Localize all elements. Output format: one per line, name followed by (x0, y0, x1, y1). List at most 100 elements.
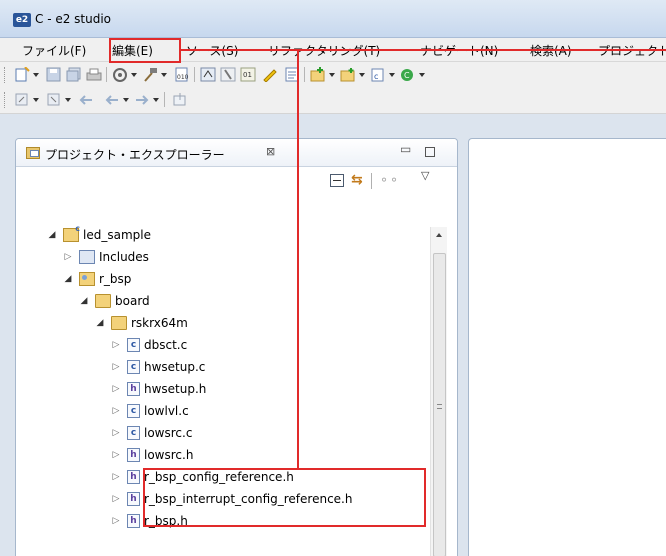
menu-navigate[interactable]: ナビゲート(N) (420, 42, 498, 59)
editor-area[interactable] (468, 138, 666, 556)
expand-arrow-icon[interactable]: ▷ (110, 516, 122, 526)
tree-item-label: r_bsp_interrupt_config_reference.h (144, 492, 353, 506)
pin-editor-icon[interactable] (172, 92, 188, 107)
toolbar-separator (164, 92, 165, 107)
debug-view-icon[interactable] (200, 67, 216, 82)
new-source-file-icon[interactable]: c (370, 67, 395, 82)
h-file-icon: h (127, 470, 140, 484)
svg-text:C: C (404, 71, 410, 80)
tree-item-led-sample[interactable]: ◢ led_sample (46, 224, 151, 246)
expand-arrow-icon[interactable]: ▷ (62, 252, 74, 262)
menu-file[interactable]: ファイル(F) (22, 42, 86, 59)
tree-item-rskrx64m[interactable]: ◢ rskrx64m (94, 312, 188, 334)
c-file-icon: c (127, 338, 140, 352)
tree-item-label: lowlvl.c (144, 404, 189, 418)
expand-arrow-icon[interactable]: ▷ (110, 428, 122, 438)
expand-arrow-icon[interactable]: ◢ (62, 274, 74, 284)
workbench: プロジェクト・エクスプローラー ⊠ ▭ ⇆ ⚬⚬ ▽ ◢ led_sample … (0, 114, 666, 556)
notes-icon[interactable] (284, 67, 300, 82)
view-menu-icon[interactable]: ▽ (421, 169, 429, 182)
c-file-icon: c (127, 426, 140, 440)
collapse-all-icon[interactable] (330, 174, 344, 187)
tree-item-label: r_bsp_config_reference.h (144, 470, 294, 484)
menu-source[interactable]: ソース(S) (186, 42, 238, 59)
toolbar-separator (371, 173, 372, 189)
last-edit-location-icon[interactable] (78, 92, 94, 107)
svg-text:c: c (374, 72, 378, 81)
tree-item-label: led_sample (83, 228, 151, 242)
menu-refactor[interactable]: リファクタリング(T) (268, 42, 380, 59)
project-tree: ◢ led_sample ▷ Includes ◢ r_bsp ◢ board … (16, 198, 426, 556)
filter-icon[interactable]: ⚬⚬ (379, 173, 399, 187)
save-all-icon[interactable] (66, 67, 82, 82)
minimize-view-icon[interactable]: ▭ (400, 142, 411, 156)
expand-arrow-icon[interactable]: ▷ (110, 362, 122, 372)
close-view-icon[interactable]: ⊠ (266, 145, 275, 158)
menu-search[interactable]: 検索(A) (530, 42, 572, 59)
tree-item-label: board (115, 294, 150, 308)
tree-item-dbsct-c[interactable]: ▷ c dbsct.c (110, 334, 187, 356)
tree-item-r-bsp-interrupt-config-reference-h[interactable]: ▷ h r_bsp_interrupt_config_reference.h (110, 488, 352, 510)
expand-arrow-icon[interactable]: ▷ (110, 384, 122, 394)
expand-arrow-icon[interactable]: ▷ (110, 450, 122, 460)
tree-item-label: hwsetup.h (144, 382, 207, 396)
project-explorer-view: プロジェクト・エクスプローラー ⊠ ▭ ⇆ ⚬⚬ ▽ ◢ led_sample … (15, 138, 458, 556)
tree-item-includes[interactable]: ▷ Includes (62, 246, 149, 268)
tree-item-r-bsp-h[interactable]: ▷ h r_bsp.h (110, 510, 188, 532)
menu-project[interactable]: プロジェクト (598, 42, 666, 59)
toolbar-separator (106, 67, 107, 82)
tree-item-label: r_bsp (99, 272, 132, 286)
binary-file-icon[interactable]: 010 (174, 67, 190, 82)
scroll-up-arrow-icon[interactable] (436, 233, 442, 237)
flash-icon[interactable] (220, 67, 236, 82)
tree-item-lowsrc-h[interactable]: ▷ h lowsrc.h (110, 444, 193, 466)
new-class-icon[interactable]: C (400, 67, 425, 82)
tree-item-label: lowsrc.h (144, 448, 194, 462)
explorer-scrollbar[interactable] (430, 227, 447, 556)
h-file-icon: h (127, 448, 140, 462)
next-annotation-icon[interactable] (14, 92, 39, 107)
scroll-grip-icon (437, 404, 442, 409)
toolbar-grip[interactable] (4, 67, 6, 83)
previous-annotation-icon[interactable] (46, 92, 71, 107)
tree-item-hwsetup-h[interactable]: ▷ h hwsetup.h (110, 378, 206, 400)
project-explorer-tab[interactable]: プロジェクト・エクスプローラー ⊠ ▭ (16, 139, 457, 167)
toolbar-grip[interactable] (4, 92, 6, 108)
svg-text:010: 010 (177, 74, 189, 81)
new-file-icon[interactable] (14, 66, 39, 82)
tree-item-board[interactable]: ◢ board (78, 290, 150, 312)
menu-edit[interactable]: 編集(E) (112, 42, 153, 59)
tree-item-hwsetup-c[interactable]: ▷ c hwsetup.c (110, 356, 205, 378)
expand-arrow-icon[interactable]: ◢ (78, 296, 90, 306)
e2-studio-app-icon: e2 (13, 13, 31, 27)
toolbar-separator (304, 67, 305, 82)
expand-arrow-icon[interactable]: ◢ (46, 230, 58, 240)
tree-item-lowlvl-c[interactable]: ▷ c lowlvl.c (110, 400, 189, 422)
build-hammer-icon[interactable] (142, 67, 167, 82)
registers-icon[interactable]: 01 (240, 67, 256, 82)
pencil-icon[interactable] (262, 67, 278, 83)
expand-arrow-icon[interactable]: ▷ (110, 494, 122, 504)
scrollbar-thumb[interactable] (433, 253, 446, 556)
maximize-view-icon[interactable] (425, 147, 435, 157)
forward-arrow-icon[interactable] (134, 92, 159, 107)
print-icon[interactable] (86, 67, 102, 82)
tree-item-label: r_bsp.h (144, 514, 188, 528)
project-explorer-icon (26, 147, 40, 159)
tree-item-r-bsp-config-reference-h[interactable]: ▷ h r_bsp_config_reference.h (110, 466, 294, 488)
tree-item-label: lowsrc.c (144, 426, 193, 440)
expand-arrow-icon[interactable]: ◢ (94, 318, 106, 328)
expand-arrow-icon[interactable]: ▷ (110, 406, 122, 416)
new-folder-icon[interactable] (340, 67, 365, 82)
tree-item-r-bsp[interactable]: ◢ r_bsp (62, 268, 131, 290)
title-bar: e2 C - e2 studio (0, 0, 666, 38)
save-icon[interactable] (46, 67, 62, 82)
build-config-icon[interactable] (112, 67, 137, 82)
expand-arrow-icon[interactable]: ▷ (110, 472, 122, 482)
expand-arrow-icon[interactable]: ▷ (110, 340, 122, 350)
back-arrow-icon[interactable] (104, 92, 129, 107)
new-project-icon[interactable] (310, 67, 335, 82)
tree-item-lowsrc-c[interactable]: ▷ c lowsrc.c (110, 422, 192, 444)
source-folder-icon (79, 272, 95, 286)
link-with-editor-icon[interactable]: ⇆ (351, 172, 363, 188)
